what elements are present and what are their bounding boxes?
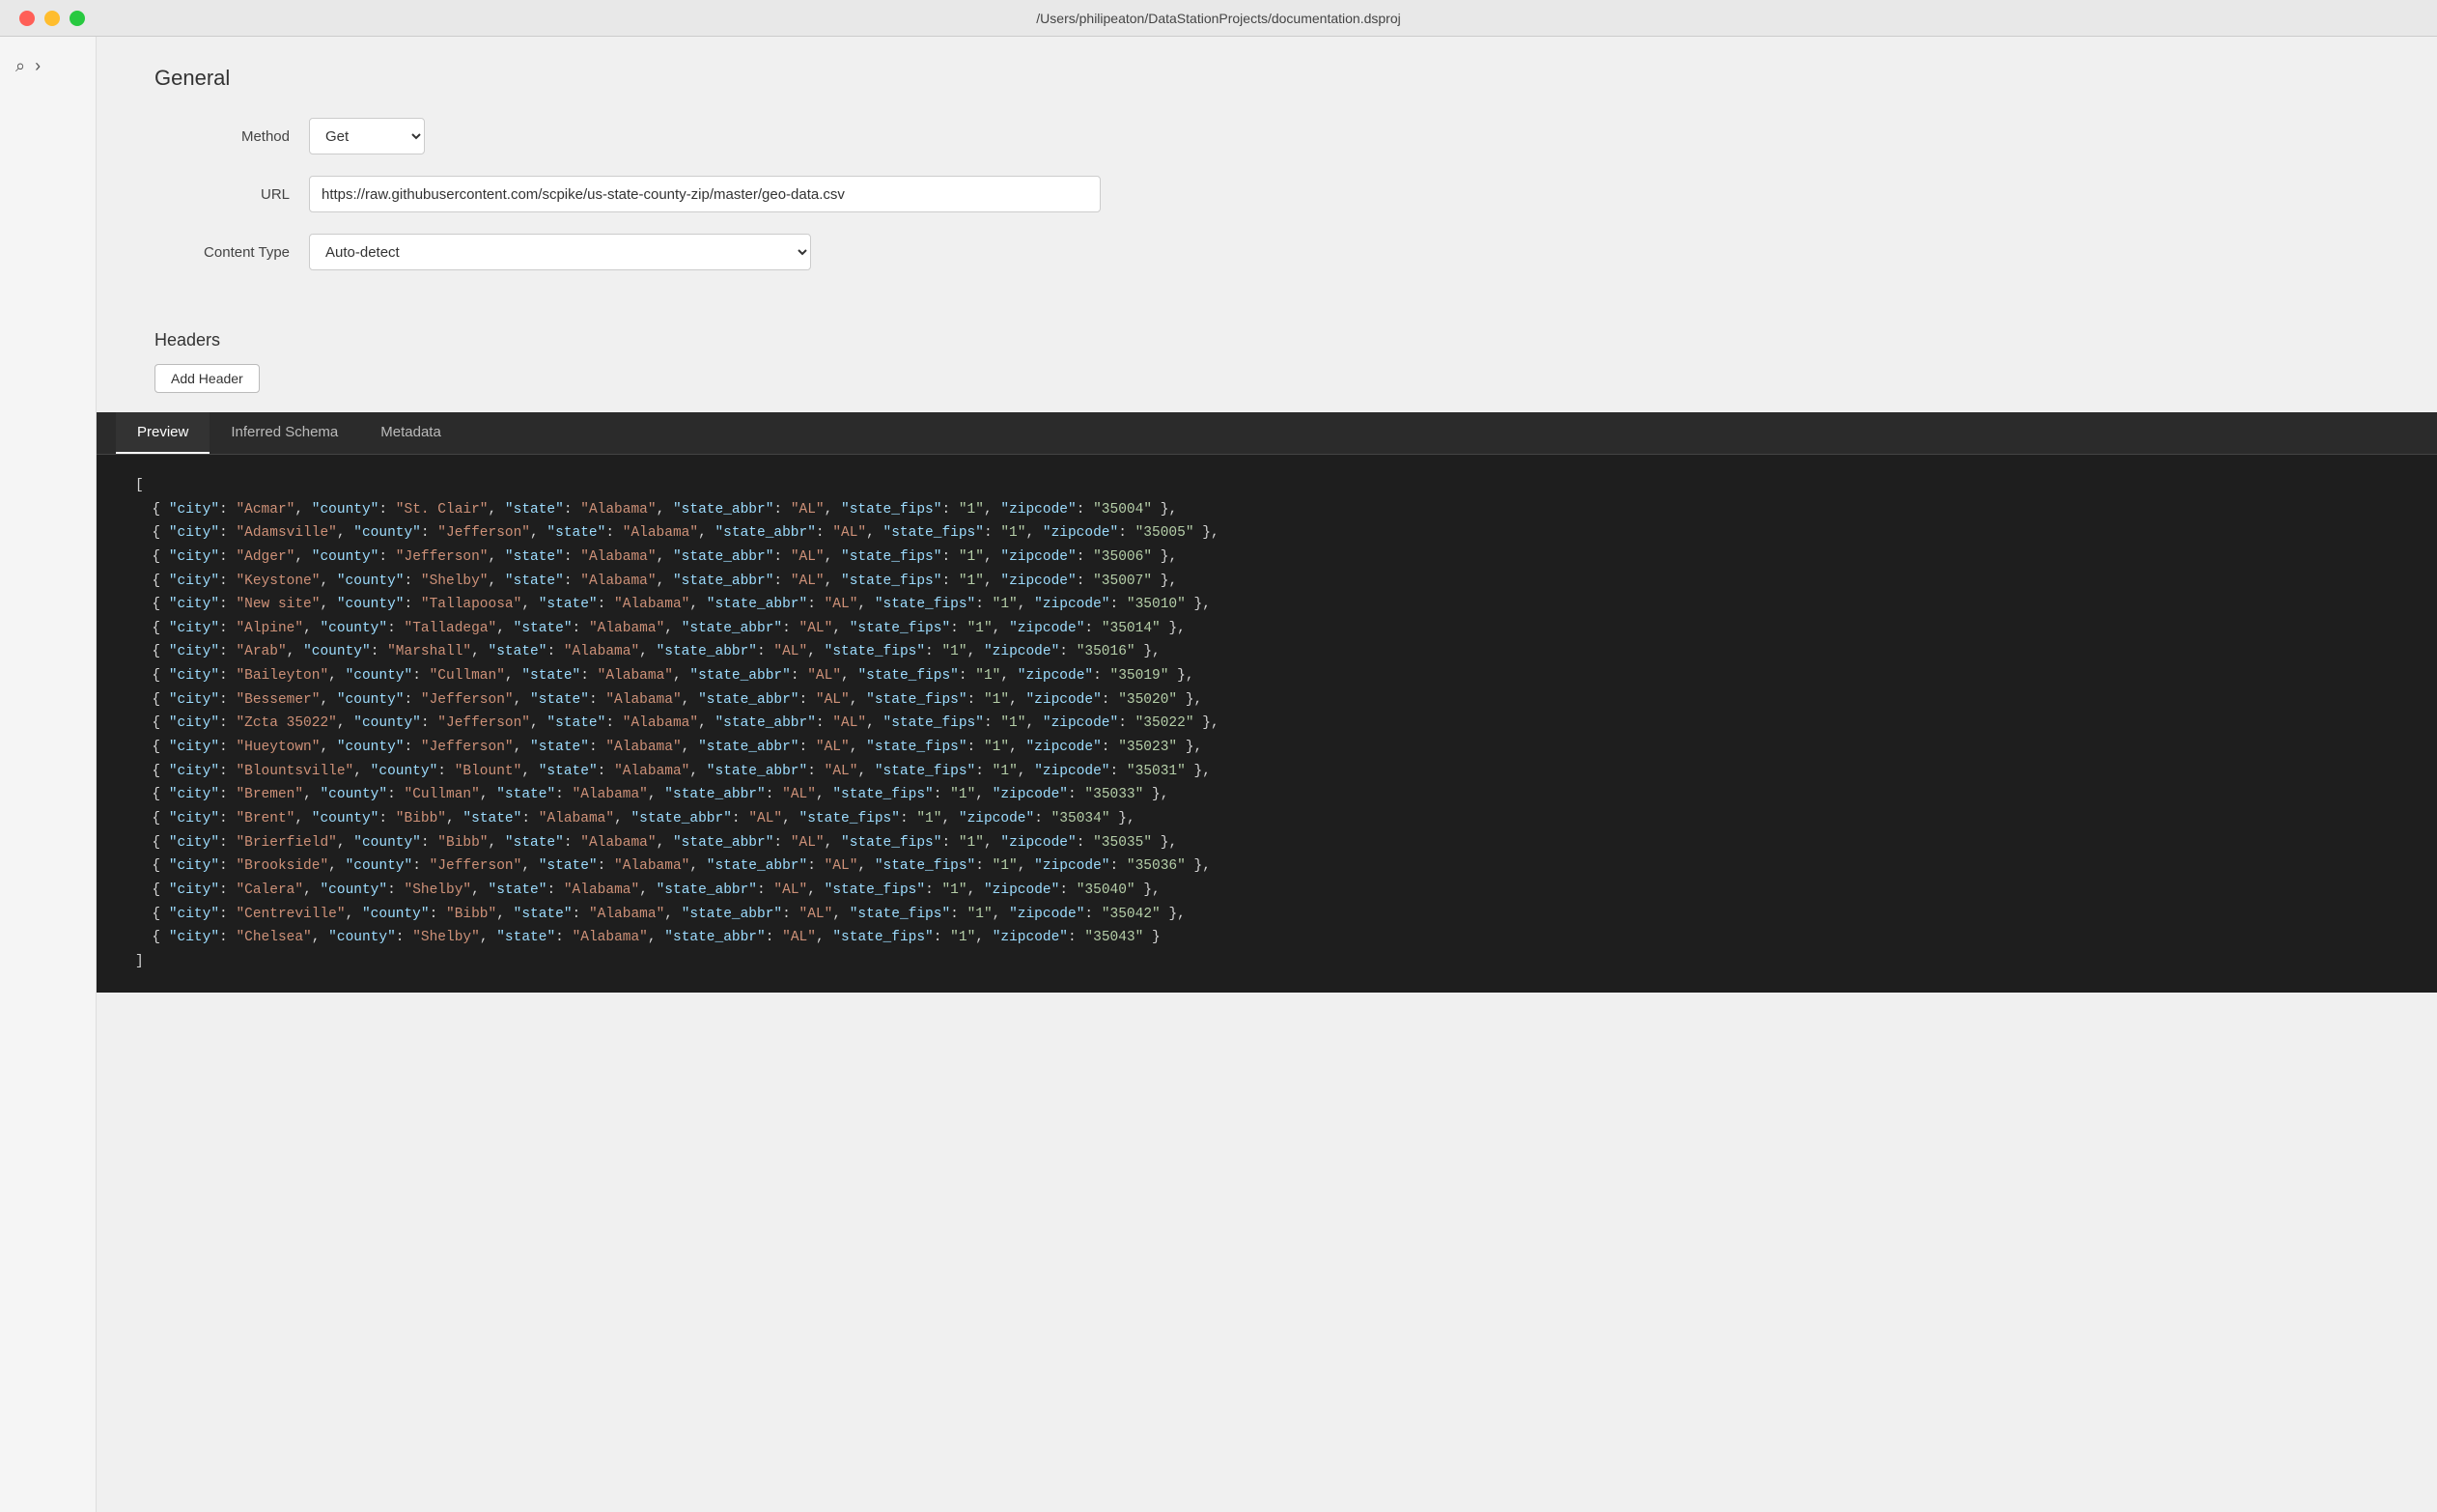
form-section: General Method Get Post Put Delete Patch…	[97, 37, 2437, 321]
url-input[interactable]	[309, 176, 1101, 212]
search-icon[interactable]: ⌕	[15, 56, 25, 76]
close-button[interactable]	[19, 11, 35, 26]
tab-metadata[interactable]: Metadata	[359, 412, 462, 454]
url-control	[309, 176, 1101, 212]
tab-inferred-schema[interactable]: Inferred Schema	[210, 412, 359, 454]
window-controls	[19, 11, 85, 26]
method-label: Method	[154, 128, 309, 145]
section-title: General	[154, 66, 2379, 91]
headers-title: Headers	[154, 330, 2379, 350]
content-type-control: Auto-detect application/json text/csv te…	[309, 234, 1101, 270]
sidebar: ⌕ ›	[0, 37, 97, 1512]
titlebar: /Users/philipeaton/DataStationProjects/d…	[0, 0, 2437, 37]
chevron-right-icon[interactable]: ›	[35, 56, 41, 76]
preview-area: [ { "city": "Acmar", "county": "St. Clai…	[97, 455, 2437, 993]
content-type-select[interactable]: Auto-detect application/json text/csv te…	[309, 234, 811, 270]
minimize-button[interactable]	[44, 11, 60, 26]
tab-preview[interactable]: Preview	[116, 412, 210, 454]
url-label: URL	[154, 186, 309, 203]
method-select[interactable]: Get Post Put Delete Patch	[309, 118, 425, 154]
method-control: Get Post Put Delete Patch	[309, 118, 1101, 154]
headers-section: Headers Add Header	[97, 321, 2437, 412]
content-type-row: Content Type Auto-detect application/jso…	[154, 234, 2379, 270]
main-content: General Method Get Post Put Delete Patch…	[97, 37, 2437, 1512]
url-row: URL	[154, 176, 2379, 212]
tabs-bar: Preview Inferred Schema Metadata	[97, 412, 2437, 455]
content-type-label: Content Type	[154, 244, 309, 261]
sidebar-top: ⌕ ›	[0, 48, 96, 84]
add-header-button[interactable]: Add Header	[154, 364, 260, 393]
window-title: /Users/philipeaton/DataStationProjects/d…	[1036, 11, 1400, 26]
app-container: ⌕ › General Method Get Post Put Delete P…	[0, 37, 2437, 1512]
method-row: Method Get Post Put Delete Patch	[154, 118, 2379, 154]
maximize-button[interactable]	[70, 11, 85, 26]
